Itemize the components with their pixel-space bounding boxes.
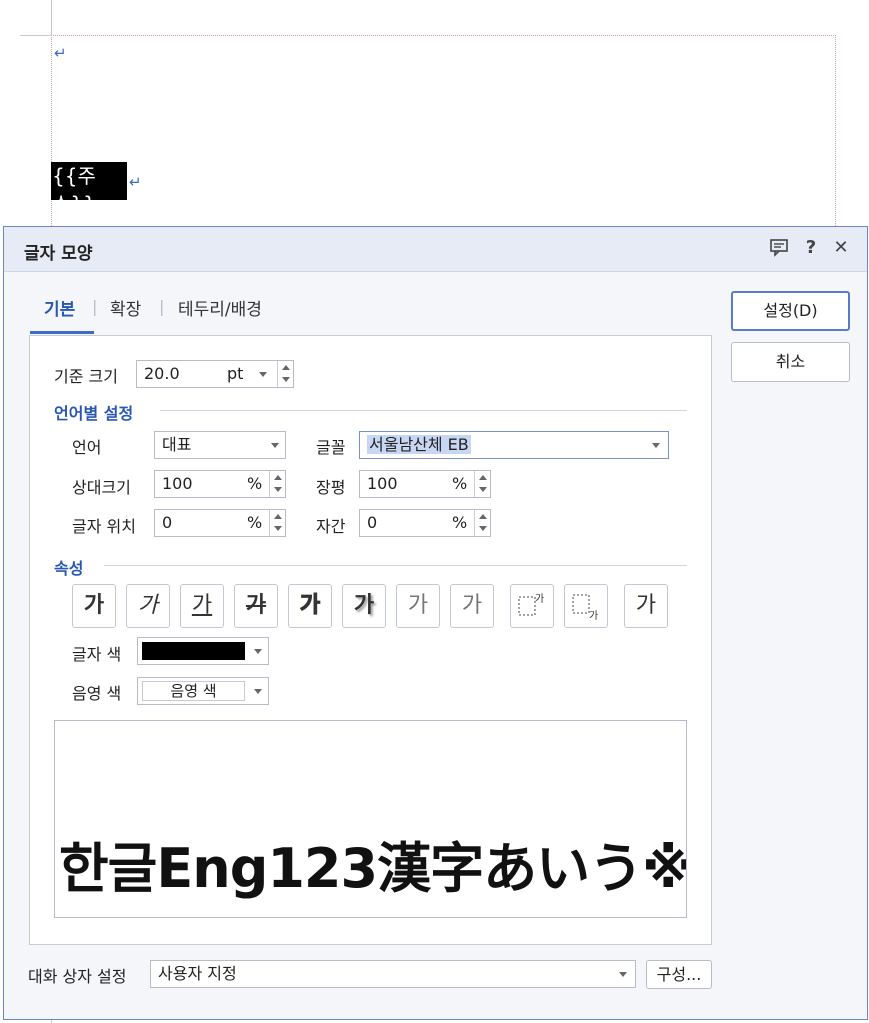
dialog-title: 글자 모양 <box>24 244 93 264</box>
ruler-guide-vertical <box>51 0 52 36</box>
spin-up-icon[interactable] <box>274 514 282 519</box>
tab-border-background[interactable]: 테두리/배경 <box>178 295 262 320</box>
font-label: 글꼴 <box>316 438 346 457</box>
spin-up-icon[interactable] <box>282 365 290 370</box>
dialog-titlebar[interactable]: 글자 모양 ? ✕ <box>4 227 867 272</box>
tab-basic[interactable]: 기본 <box>44 295 75 320</box>
dialog-settings-value: 사용자 지정 <box>158 964 237 983</box>
outline-button[interactable]: 가 <box>288 584 332 628</box>
configure-button[interactable]: 구성... <box>646 960 712 989</box>
superscript-button[interactable]: 가 <box>510 584 554 628</box>
spacing-value: 0 <box>367 513 378 532</box>
language-select[interactable]: 대표 <box>154 431 286 459</box>
section-divider <box>160 410 687 411</box>
spacing-stepper[interactable] <box>474 510 490 536</box>
relative-size-unit: % <box>247 474 263 493</box>
spacing-input[interactable]: 0 % <box>359 509 491 537</box>
subscript-button[interactable]: 가 <box>564 584 608 628</box>
active-tab-indicator <box>30 331 94 334</box>
width-ratio-label: 장평 <box>316 478 346 497</box>
relative-size-input[interactable]: 100 % <box>154 470 286 498</box>
subscript-icon: 가 <box>572 594 598 622</box>
dialog-settings-select[interactable]: 사용자 지정 <box>150 960 636 988</box>
strikethrough-button[interactable]: 가 <box>234 584 278 628</box>
tab-separator: | <box>159 297 165 316</box>
char-position-input[interactable]: 0 % <box>154 509 286 537</box>
shade-color-swatch: 음영 색 <box>142 681 245 701</box>
cancel-button[interactable]: 취소 <box>731 342 850 382</box>
spin-down-icon[interactable] <box>274 487 282 492</box>
shade-color-picker[interactable]: 음영 색 <box>137 677 269 705</box>
char-shape-dialog: 글자 모양 ? ✕ 기본 | 확장 | 테두리/배경 기준 크기 20.0 pt… <box>3 226 868 1020</box>
relative-size-stepper[interactable] <box>269 471 285 497</box>
width-ratio-value: 100 <box>367 474 398 493</box>
shadow-button[interactable]: 가 <box>342 584 386 628</box>
spin-down-icon[interactable] <box>479 487 487 492</box>
attr-section-title: 속성 <box>54 559 84 578</box>
relative-size-value: 100 <box>162 474 193 493</box>
superscript-icon: 가 <box>518 593 544 616</box>
base-size-unit: pt <box>227 364 244 383</box>
chevron-down-icon[interactable] <box>254 649 262 654</box>
spin-up-icon[interactable] <box>274 475 282 480</box>
tab-extended[interactable]: 확장 <box>110 295 141 320</box>
width-ratio-input[interactable]: 100 % <box>359 470 491 498</box>
paragraph-mark-icon: ↵ <box>54 44 67 62</box>
spin-up-icon[interactable] <box>479 475 487 480</box>
underline-button[interactable]: 가 <box>180 584 224 628</box>
chevron-down-icon[interactable] <box>619 972 627 977</box>
char-position-stepper[interactable] <box>269 510 285 536</box>
svg-text:가: 가 <box>535 593 544 605</box>
spacing-unit: % <box>452 513 468 532</box>
font-value: 서울남산체 EB <box>367 435 471 454</box>
preview-box: 한글Eng123漢字あいう※ <box>54 720 687 918</box>
chevron-down-icon[interactable] <box>271 443 279 448</box>
page-boundary-right <box>835 35 836 230</box>
section-divider <box>104 565 687 566</box>
spin-down-icon[interactable] <box>282 377 290 382</box>
char-position-value: 0 <box>162 513 173 532</box>
spin-down-icon[interactable] <box>274 526 282 531</box>
normal-button[interactable]: 가 <box>624 584 668 628</box>
address-field-text[interactable]: {{주소}} <box>51 162 127 216</box>
spin-down-icon[interactable] <box>479 526 487 531</box>
base-size-input[interactable]: 20.0 pt <box>136 360 294 388</box>
spin-up-icon[interactable] <box>479 514 487 519</box>
ok-button[interactable]: 설정(D) <box>731 291 850 331</box>
chevron-down-icon[interactable] <box>259 372 267 377</box>
chevron-down-icon[interactable] <box>652 443 660 448</box>
font-select[interactable]: 서울남산체 EB <box>359 431 669 459</box>
text-color-label: 글자 색 <box>72 645 122 664</box>
bold-button[interactable]: 가 <box>72 584 116 628</box>
base-size-label: 기준 크기 <box>54 367 118 386</box>
spacing-label: 자간 <box>316 517 346 536</box>
shade-color-label: 음영 색 <box>72 684 122 703</box>
page-boundary-top <box>51 35 836 36</box>
text-color-picker[interactable] <box>137 637 269 665</box>
dialog-settings-label: 대화 상자 설정 <box>28 967 127 986</box>
help-icon[interactable]: ? <box>800 237 822 259</box>
language-label: 언어 <box>72 438 102 457</box>
emboss-button[interactable]: 가 <box>396 584 440 628</box>
base-size-stepper[interactable] <box>277 361 293 387</box>
width-ratio-unit: % <box>452 474 468 493</box>
tab-separator: | <box>92 297 98 316</box>
relative-size-label: 상대크기 <box>72 478 131 497</box>
ruler-guide-horizontal <box>20 35 52 36</box>
preview-text: 한글Eng123漢字あいう※ <box>59 837 687 900</box>
text-color-swatch <box>142 642 245 660</box>
lang-section-title: 언어별 설정 <box>54 404 134 423</box>
engrave-button[interactable]: 가 <box>450 584 494 628</box>
comment-icon[interactable] <box>768 237 790 259</box>
svg-text:가: 가 <box>589 610 598 621</box>
char-position-unit: % <box>247 513 263 532</box>
width-ratio-stepper[interactable] <box>474 471 490 497</box>
italic-button[interactable]: 가 <box>126 584 170 628</box>
language-value: 대표 <box>162 435 192 454</box>
char-position-label: 글자 위치 <box>72 517 136 536</box>
close-icon[interactable]: ✕ <box>830 237 852 259</box>
paragraph-mark-icon: ↵ <box>129 173 142 191</box>
base-size-value: 20.0 <box>144 364 180 383</box>
chevron-down-icon[interactable] <box>254 689 262 694</box>
